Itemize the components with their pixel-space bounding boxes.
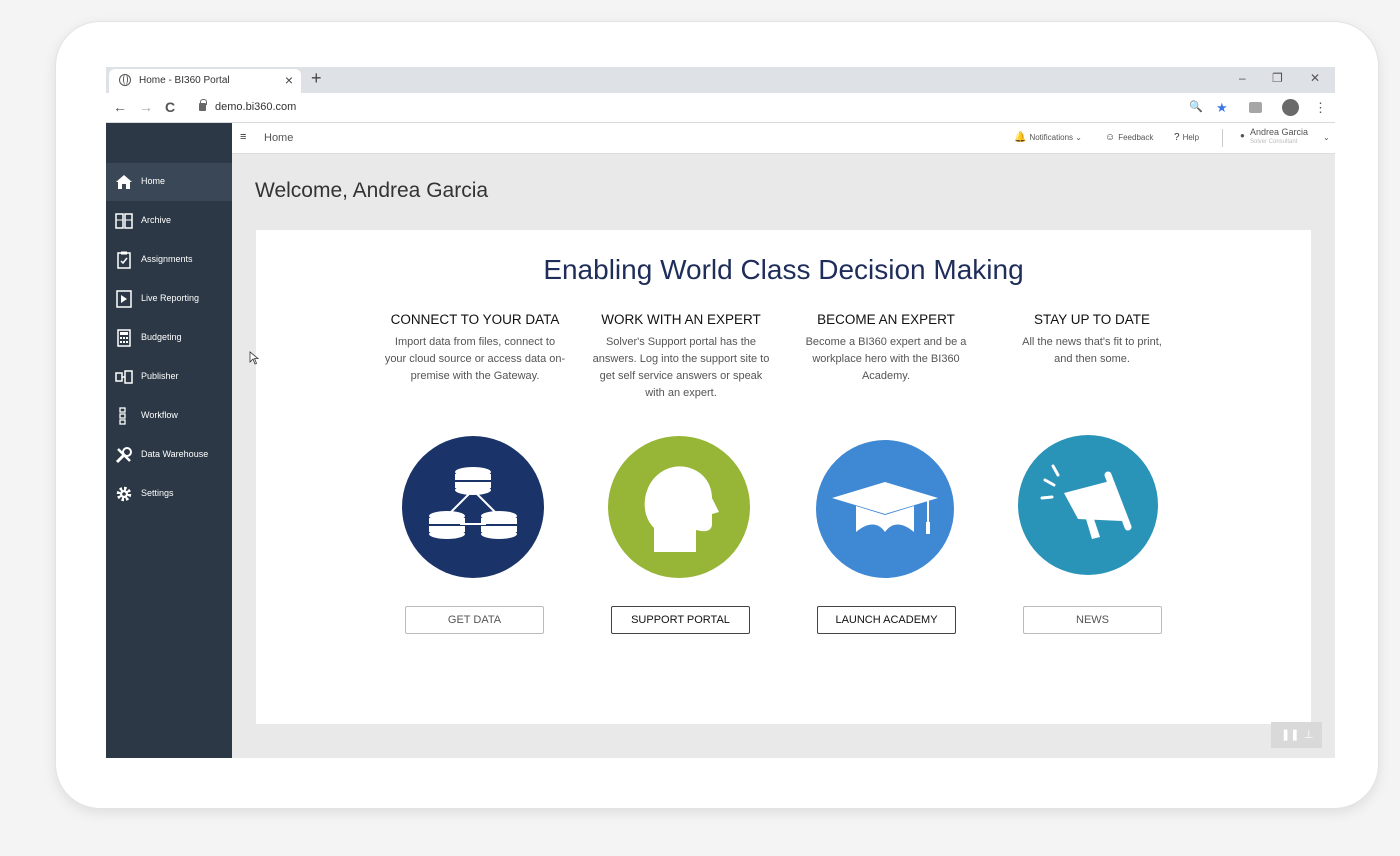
user-icon: ●	[1240, 131, 1245, 140]
tab-close-icon[interactable]: ×	[285, 72, 293, 88]
globe-icon	[119, 74, 131, 86]
notifications-label: Notifications ⌄	[1029, 133, 1082, 142]
support-portal-button[interactable]: SUPPORT PORTAL	[611, 606, 750, 634]
home-panel: Enabling World Class Decision Making CON…	[256, 230, 1311, 724]
column-title: CONNECT TO YOUR DATA	[390, 312, 560, 327]
forward-button[interactable]: →	[139, 99, 153, 115]
sidebar-item-data-warehouse[interactable]: Data Warehouse	[106, 436, 232, 474]
database-icon	[402, 436, 544, 578]
clipboard-icon	[117, 251, 131, 269]
workflow-icon	[119, 407, 126, 425]
home-icon	[116, 175, 132, 189]
pause-icon[interactable]: ❚❚	[1281, 728, 1299, 741]
bi360-app: Home Archive Assignments Live Reporting …	[106, 123, 1335, 758]
graduation-cap-icon	[816, 440, 954, 578]
megaphone-icon	[1018, 435, 1158, 575]
browser-window: Home - BI360 Portal × + – ❐ ✕ ← → C demo…	[106, 67, 1335, 758]
sidebar-item-label: Settings	[141, 488, 174, 498]
sidebar-item-label: Home	[141, 176, 166, 186]
help-label: Help	[1182, 133, 1200, 142]
browser-tab[interactable]: Home - BI360 Portal ×	[109, 69, 301, 93]
minimize-button[interactable]: –	[1239, 71, 1246, 85]
column-description: Import data from files, connect to your …	[384, 336, 566, 382]
zoom-icon[interactable]: 🔍	[1189, 100, 1203, 113]
browser-menu-icon[interactable]: ⋮	[1314, 100, 1327, 116]
sidebar: Home Archive Assignments Live Reporting …	[106, 123, 232, 758]
sidebar-item-assignments[interactable]: Assignments	[106, 241, 232, 279]
launch-academy-button[interactable]: LAUNCH ACADEMY	[817, 606, 956, 634]
column-description: Become a BI360 expert and be a workplace…	[805, 336, 967, 382]
maximize-button[interactable]: ❐	[1272, 71, 1283, 85]
head-icon	[608, 436, 750, 578]
reload-button[interactable]: C	[165, 99, 175, 115]
archive-icon	[115, 213, 133, 229]
news-button[interactable]: NEWS	[1023, 606, 1162, 634]
sidebar-item-live-reporting[interactable]: Live Reporting	[106, 280, 232, 318]
bell-icon: 🔔	[1014, 132, 1027, 143]
feedback-link[interactable]: ☺ Feedback	[1105, 132, 1153, 143]
sidebar-item-label: Data Warehouse	[141, 449, 209, 459]
publisher-icon	[115, 370, 133, 384]
new-tab-button[interactable]: +	[311, 68, 322, 89]
sidebar-item-settings[interactable]: Settings	[106, 475, 232, 513]
become-expert-column: BECOME AN EXPERT Become a BI360 expert a…	[786, 312, 986, 385]
tab-strip: Home - BI360 Portal × + – ❐ ✕	[106, 67, 1335, 93]
notifications-menu[interactable]: 🔔 Notifications ⌄	[1014, 132, 1082, 143]
column-description: Solver's Support portal has the answers.…	[592, 336, 770, 399]
report-icon	[116, 290, 132, 308]
user-caret-icon[interactable]: ⌄	[1323, 133, 1330, 142]
calculator-icon	[117, 329, 131, 347]
get-data-button[interactable]: GET DATA	[405, 606, 544, 634]
column-title: WORK WITH AN EXPERT	[601, 312, 761, 327]
lock-icon	[199, 99, 207, 111]
sidebar-item-workflow[interactable]: Workflow	[106, 397, 232, 435]
sidebar-item-home[interactable]: Home	[106, 163, 232, 201]
help-link[interactable]: ? Help	[1174, 132, 1199, 143]
player-controls[interactable]: ❚❚ ⊥	[1271, 722, 1322, 748]
extension-icon[interactable]	[1249, 102, 1262, 113]
topbar-divider	[1222, 129, 1223, 147]
column-title: BECOME AN EXPERT	[817, 312, 955, 327]
download-icon[interactable]: ⊥	[1304, 728, 1314, 741]
expert-support-column: WORK WITH AN EXPERT Solver's Support por…	[581, 312, 781, 402]
sidebar-item-label: Archive	[141, 215, 172, 225]
sidebar-item-label: Publisher	[141, 371, 179, 381]
column-title: STAY UP TO DATE	[1033, 312, 1151, 327]
back-button[interactable]: ←	[113, 99, 127, 115]
help-icon: ?	[1174, 132, 1180, 143]
url-field[interactable]: demo.bi360.com	[215, 101, 296, 113]
tools-icon	[115, 447, 132, 464]
sidebar-item-label: Live Reporting	[141, 293, 200, 303]
profile-avatar[interactable]	[1282, 99, 1299, 116]
smiley-icon: ☺	[1105, 132, 1116, 143]
sidebar-item-publisher[interactable]: Publisher	[106, 358, 232, 396]
welcome-heading: Welcome, Andrea Garcia	[255, 179, 489, 202]
breadcrumb: Home	[264, 132, 294, 144]
sidebar-item-label: Assignments	[141, 254, 193, 264]
address-bar: ← → C demo.bi360.com 🔍 ★ ⋮	[106, 93, 1335, 123]
mouse-cursor-icon	[249, 351, 259, 365]
bookmark-star-icon[interactable]: ★	[1216, 100, 1228, 116]
sidebar-item-label: Workflow	[141, 410, 178, 420]
feedback-label: Feedback	[1118, 133, 1154, 142]
close-window-button[interactable]: ✕	[1310, 71, 1320, 85]
sidebar-item-archive[interactable]: Archive	[106, 202, 232, 240]
gear-icon	[116, 486, 132, 502]
user-subtitle: Solver Consultant	[1250, 139, 1298, 145]
user-menu[interactable]: Andrea Garcia	[1250, 127, 1308, 137]
sidebar-item-budgeting[interactable]: Budgeting	[106, 319, 232, 357]
tab-title: Home - BI360 Portal	[139, 75, 230, 86]
stay-updated-column: STAY UP TO DATE All the news that's fit …	[992, 312, 1192, 368]
sidebar-item-label: Budgeting	[141, 332, 182, 342]
connect-data-column: CONNECT TO YOUR DATA Import data from fi…	[375, 312, 575, 385]
app-topbar: ≡ Home 🔔 Notifications ⌄ ☺ Feedback ? Help …	[232, 123, 1335, 154]
hamburger-menu-icon[interactable]: ≡	[240, 131, 246, 143]
column-description: All the news that's fit to print, and th…	[1022, 336, 1162, 365]
panel-headline: Enabling World Class Decision Making	[543, 254, 1024, 285]
